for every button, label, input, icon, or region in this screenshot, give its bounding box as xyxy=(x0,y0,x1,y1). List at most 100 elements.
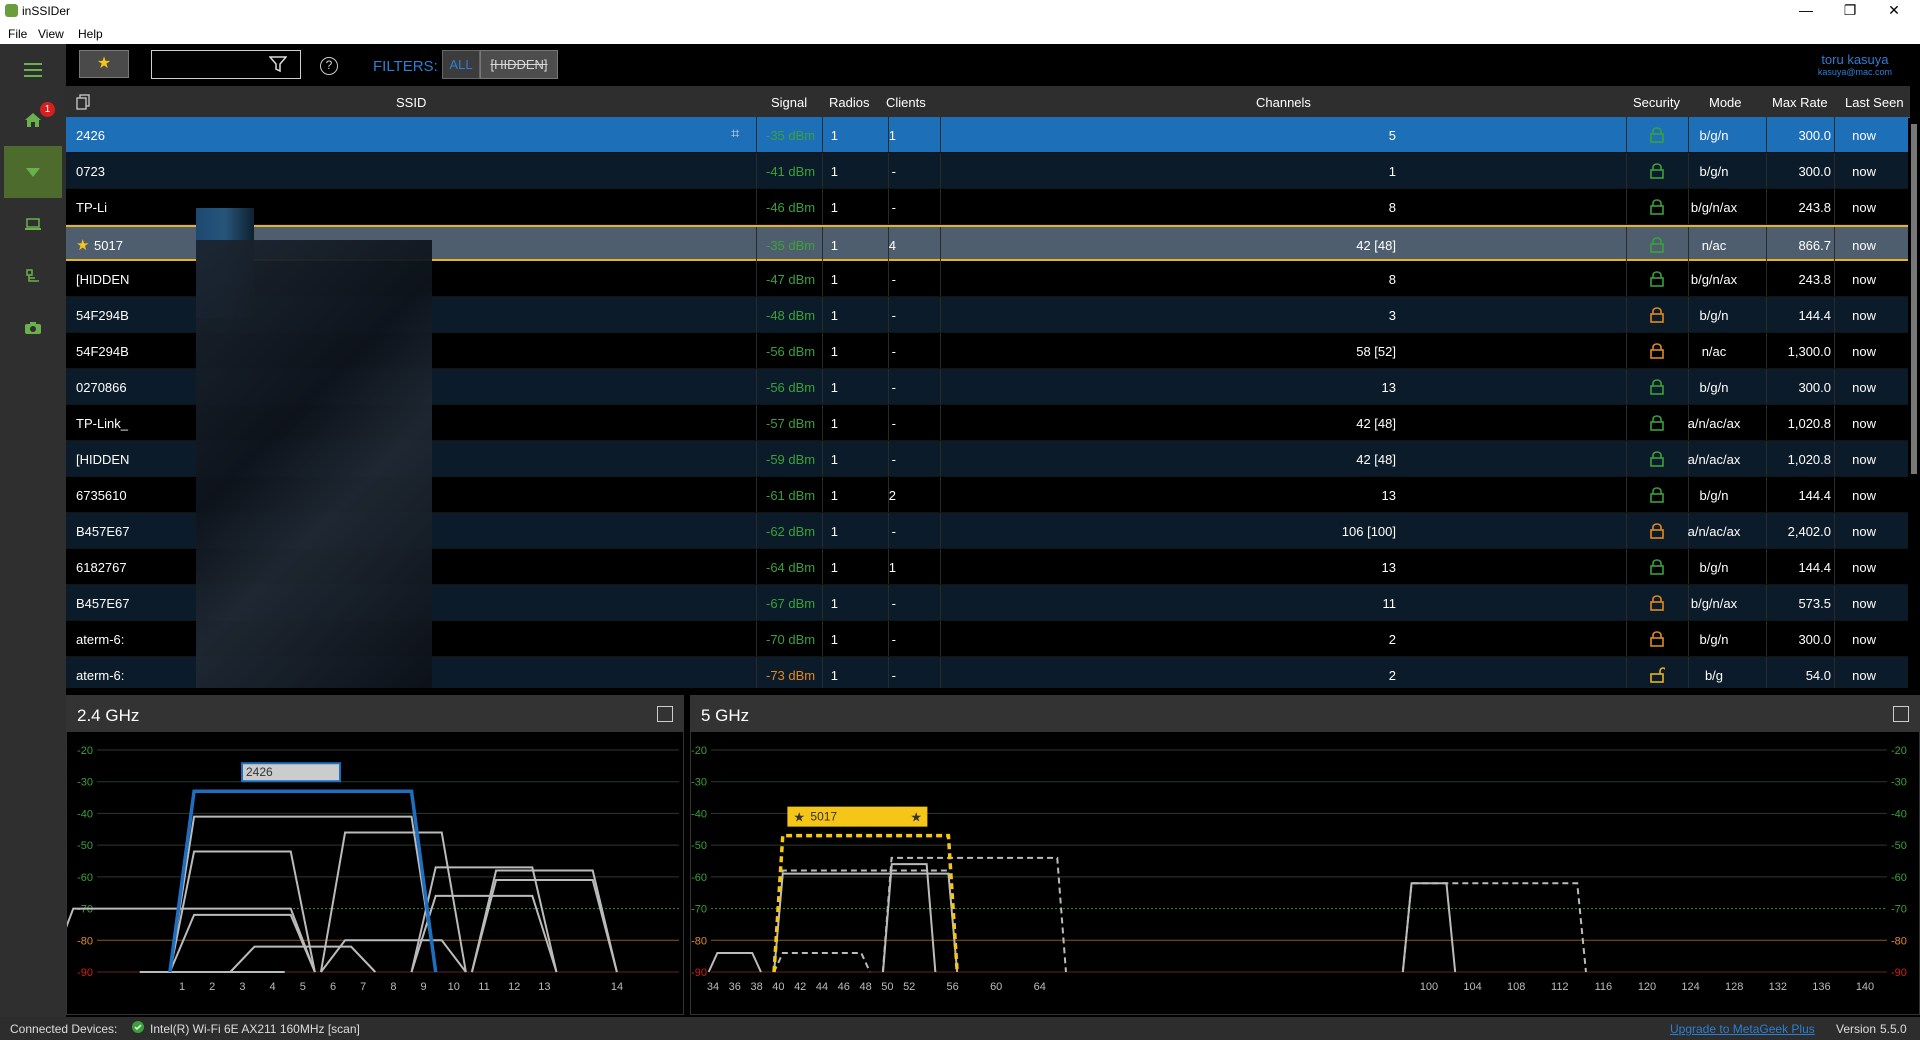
cell-ssid: 5017 xyxy=(94,238,123,253)
cell-mode: b/g/n xyxy=(1699,308,1729,323)
x-tick-label: 104 xyxy=(1463,981,1481,993)
menu-view[interactable]: View xyxy=(38,27,64,41)
table-row[interactable]: 0723 -41 dBm 1 - 1 b/g/n 300.0 now xyxy=(66,153,1910,189)
upgrade-link[interactable]: Upgrade to MetaGeek Plus xyxy=(1670,1022,1815,1036)
cell-channels: 11 xyxy=(1382,596,1397,611)
y-tick-label: -40 xyxy=(691,808,707,820)
cell-clients: 4 xyxy=(888,238,896,253)
lock-icon xyxy=(1650,451,1664,467)
col-radios[interactable]: Radios xyxy=(829,95,869,110)
networks-table: SSID Signal Radios Clients Channels Secu… xyxy=(66,86,1910,688)
col-ssid[interactable]: SSID xyxy=(396,95,426,110)
cell-signal: -67 dBm xyxy=(766,596,816,611)
network-trace xyxy=(168,850,316,973)
cell-seen: now xyxy=(1852,632,1876,647)
cell-mode: n/ac xyxy=(1701,344,1727,359)
laptop-icon[interactable] xyxy=(4,198,62,250)
cell-clients: - xyxy=(891,200,896,215)
home-icon[interactable]: 1 xyxy=(4,94,62,146)
cell-seen: now xyxy=(1852,238,1876,253)
camera-icon[interactable] xyxy=(4,302,62,354)
maximize-button[interactable]: ❐ xyxy=(1828,0,1872,22)
x-tick-label: 52 xyxy=(903,981,915,993)
x-tick-label: 34 xyxy=(707,981,719,993)
cell-ssid: B457E67 xyxy=(76,596,130,611)
table-row[interactable]: TP-Li -46 dBm 1 - 8 b/g/n/ax 243.8 now xyxy=(66,189,1910,225)
lock-icon xyxy=(1650,237,1664,253)
cell-radios: 1 xyxy=(830,416,838,431)
cell-mode: a/n/ac/ax xyxy=(1687,452,1741,467)
favorites-star-button[interactable]: ★ xyxy=(79,50,129,78)
check-icon xyxy=(132,1021,144,1036)
x-tick-label: 140 xyxy=(1856,981,1874,993)
favorite-star-icon[interactable]: ★ xyxy=(76,236,89,254)
col-signal[interactable]: Signal xyxy=(771,95,807,110)
cell-signal: -70 dBm xyxy=(766,632,816,647)
chart-24ghz-plot: -20-30-40-50-60-70-80-901 2 3 4 5 6 7 8 9 10 11 12 1… xyxy=(67,745,679,993)
cell-seen: now xyxy=(1852,128,1876,143)
cell-seen: now xyxy=(1852,596,1876,611)
y-tick-label: -30 xyxy=(691,777,707,789)
cell-rate: 573.5 xyxy=(1798,596,1831,611)
col-mode[interactable]: Mode xyxy=(1709,95,1742,110)
table-scrollbar[interactable] xyxy=(1908,118,1920,688)
x-tick-label: 12 xyxy=(508,981,520,993)
user-account[interactable]: toru kasuya kasuya@mac.com xyxy=(1818,52,1892,77)
cell-clients: - xyxy=(891,668,896,683)
close-button[interactable]: ✕ xyxy=(1872,0,1916,22)
menu-icon[interactable] xyxy=(4,44,62,96)
cell-mode: b/g/n xyxy=(1699,560,1729,575)
lock-icon xyxy=(1650,127,1664,143)
lock-icon xyxy=(1650,343,1664,359)
scrollbar-thumb[interactable] xyxy=(1911,124,1917,474)
filter-hidden-button[interactable]: [HIDDEN] xyxy=(480,50,558,79)
cell-seen: now xyxy=(1852,488,1876,503)
network-trace xyxy=(773,869,959,973)
filter-all-button[interactable]: ALL xyxy=(442,50,480,79)
x-tick-label: 48 xyxy=(859,981,871,993)
col-clients[interactable]: Clients xyxy=(886,95,926,110)
menu-file[interactable]: File xyxy=(8,27,27,41)
table-row[interactable]: 2426 -35 dBm 1 1 5 b/g/n 300.0 now ⌗ xyxy=(66,117,1910,153)
cell-mode: a/n/ac/ax xyxy=(1687,416,1741,431)
connected-device[interactable]: Intel(R) Wi-Fi 6E AX211 160MHz [scan] xyxy=(150,1022,360,1036)
y-tick-label: -40 xyxy=(77,808,93,820)
network-trace xyxy=(168,913,316,973)
cell-rate: 2,402.0 xyxy=(1787,524,1831,539)
y-tick-label: -80 xyxy=(1891,935,1907,947)
cell-radios: 1 xyxy=(830,308,838,323)
cell-ssid: 6735610 xyxy=(76,488,127,503)
menu-help[interactable]: Help xyxy=(78,27,103,41)
col-maxrate[interactable]: Max Rate xyxy=(1772,95,1828,110)
cell-radios: 1 xyxy=(830,668,838,683)
hierarchy-icon[interactable] xyxy=(4,250,62,302)
cell-mode: b/g/n/ax xyxy=(1690,596,1738,611)
y-tick-label: -70 xyxy=(691,904,707,916)
cell-rate: 54.0 xyxy=(1805,668,1831,683)
version-label: Version xyxy=(1836,1022,1877,1036)
y-tick-label: -60 xyxy=(1891,872,1907,884)
cell-channels: 1 xyxy=(1388,164,1396,179)
copy-icon[interactable] xyxy=(76,94,90,110)
status-bar: Connected Devices: Intel(R) Wi-Fi 6E AX2… xyxy=(0,1017,1920,1040)
minimize-button[interactable]: — xyxy=(1784,0,1828,22)
cell-signal: -47 dBm xyxy=(766,272,816,287)
cell-channels: 3 xyxy=(1388,308,1396,323)
binoculars-icon[interactable]: ⌗ xyxy=(731,125,739,142)
cell-rate: 243.8 xyxy=(1798,200,1831,215)
copy-icon[interactable] xyxy=(657,706,673,722)
filter-icon[interactable] xyxy=(269,55,287,73)
y-tick-label: -20 xyxy=(1891,745,1907,757)
y-tick-label: -90 xyxy=(77,967,93,979)
col-channels[interactable]: Channels xyxy=(1256,95,1311,110)
col-security[interactable]: Security xyxy=(1633,95,1680,110)
y-tick-label: -20 xyxy=(691,745,707,757)
networks-icon[interactable] xyxy=(4,146,62,198)
cell-seen: now xyxy=(1852,452,1876,467)
cell-radios: 1 xyxy=(830,632,838,647)
help-button[interactable]: ? xyxy=(320,57,338,75)
lock-icon xyxy=(1650,307,1664,323)
cell-radios: 1 xyxy=(830,452,838,467)
col-lastseen[interactable]: Last Seen xyxy=(1845,95,1904,110)
copy-icon[interactable] xyxy=(1893,706,1909,722)
